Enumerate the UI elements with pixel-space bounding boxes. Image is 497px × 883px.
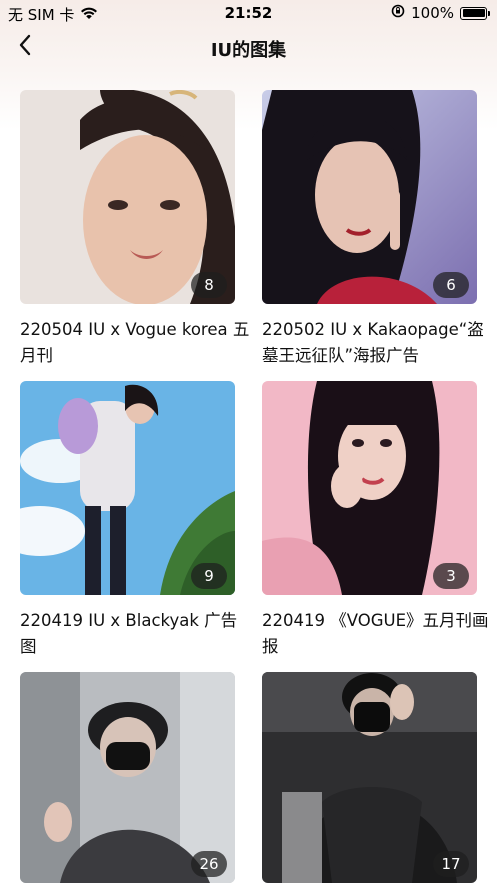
album-cover[interactable]: 3 [262, 381, 477, 595]
photo-count-badge: 6 [433, 272, 469, 298]
album-cover[interactable]: 17 [262, 672, 477, 883]
photo-count-badge: 3 [433, 563, 469, 589]
album-cover[interactable]: 8 [20, 90, 235, 304]
photo-count-badge: 9 [191, 563, 227, 589]
orientation-lock-icon [391, 4, 405, 22]
album-caption: 220419 IU x Blackyak 广告图 [20, 611, 238, 656]
album-cover[interactable]: 6 [262, 90, 477, 304]
album-caption: 220504 IU x Vogue korea 五月刊 [20, 320, 250, 365]
status-bar: 无 SIM 卡 21:52 100% [0, 0, 497, 26]
page-title: IU的图集 [210, 40, 287, 61]
album-caption: 220419 《VOGUE》五月刊画报 [262, 611, 489, 656]
album-cover[interactable]: 26 [20, 672, 235, 883]
photo-count-badge: 17 [433, 851, 469, 877]
battery-percent: 100% [411, 4, 454, 22]
nav-bar: IU的图集 [0, 26, 497, 70]
status-right: 100% [391, 4, 490, 22]
album-caption: 220502 IU x Kakaopage“盗墓王远征队”海报广告 [262, 320, 484, 365]
photo-count-badge: 26 [191, 851, 227, 877]
album-cover[interactable]: 9 [20, 381, 235, 595]
battery-icon [460, 6, 490, 20]
photo-count-badge: 8 [191, 272, 227, 298]
